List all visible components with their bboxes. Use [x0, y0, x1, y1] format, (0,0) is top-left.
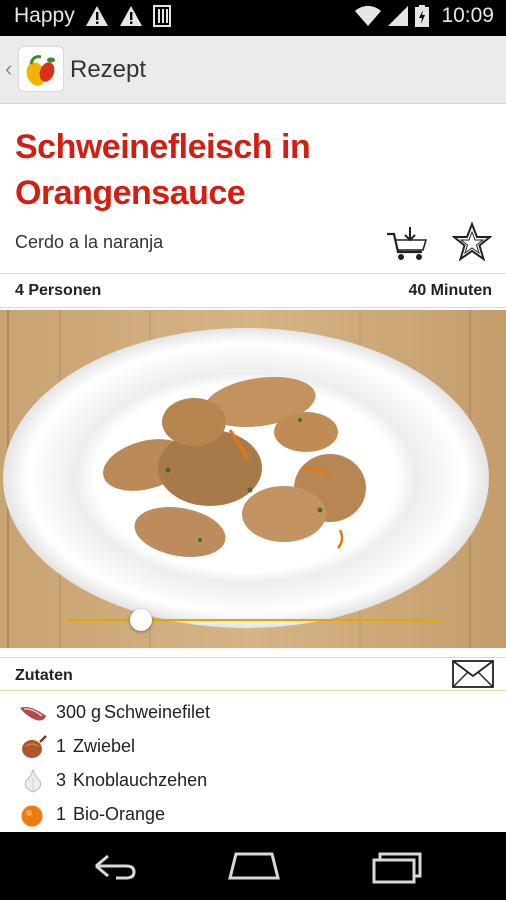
status-right: 10:09: [355, 4, 494, 28]
status-left: Happy: [14, 4, 171, 28]
back-icon[interactable]: [86, 848, 142, 884]
status-bar: Happy 10:09: [0, 0, 506, 36]
clock: 10:09: [441, 4, 494, 27]
favorite-star-icon[interactable]: [452, 222, 492, 262]
app-logo-icon[interactable]: [18, 46, 64, 92]
back-chevron-icon[interactable]: ‹: [5, 56, 12, 82]
ingredient-quantity: 1: [56, 736, 67, 756]
battery-icon: [415, 5, 430, 27]
action-bar: ‹ Rezept: [0, 36, 506, 104]
ingredient-name: Bio-Orange: [73, 804, 166, 824]
garlic-icon: [24, 768, 42, 793]
ingredient-row: 3 Knoblauchzehen: [0, 764, 506, 798]
recipe-subtitle: Cerdo a la naranja: [15, 232, 164, 252]
navigation-bar: [0, 832, 506, 900]
ingredient-name: Knoblauchzehen: [73, 770, 208, 790]
action-bar-title: Rezept: [70, 56, 147, 83]
pork-fillet-icon: [20, 707, 46, 721]
ingredient-quantity: 3: [56, 770, 67, 790]
onion-icon: [22, 735, 47, 758]
carrier-name: Happy: [14, 4, 75, 27]
ingredients-header: Zutaten: [15, 667, 73, 684]
recent-apps-icon[interactable]: [368, 848, 424, 884]
add-to-cart-icon[interactable]: [386, 226, 428, 262]
ingredient-quantity: 1: [56, 804, 67, 824]
wifi-icon: [355, 5, 382, 26]
duration-label: 40 Minuten: [408, 282, 492, 299]
divider: [0, 657, 506, 658]
divider: [0, 690, 506, 691]
warning-icon: [85, 6, 108, 26]
servings-label: 4 Personen: [15, 282, 102, 299]
divider: [0, 273, 506, 274]
ingredient-row: 1 Bio-Orange: [0, 798, 506, 832]
divider: [0, 307, 506, 308]
signal-icon: [388, 6, 409, 26]
mail-icon[interactable]: [452, 660, 494, 688]
ingredient-name: Zwiebel: [73, 736, 136, 756]
photo-slider-track[interactable]: [66, 619, 442, 621]
ingredient-quantity: 300 g: [56, 702, 102, 722]
orange-icon: [21, 805, 43, 827]
ingredient-name: Schweinefilet: [104, 702, 211, 722]
recipe-title: Schweinefleisch in Orangensauce: [15, 128, 311, 212]
sim-card-icon: [152, 5, 171, 27]
ingredient-row: 1 Zwiebel: [0, 730, 506, 764]
warning-icon: [119, 6, 142, 26]
home-icon[interactable]: [226, 848, 282, 884]
recipe-photo[interactable]: [0, 310, 506, 648]
ingredient-row: 300 g Schweinefilet: [0, 696, 506, 730]
